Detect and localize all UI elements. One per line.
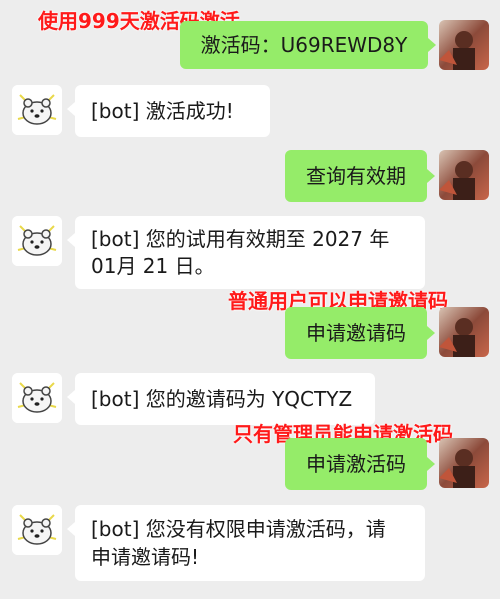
bot-message-line-1: [bot] 您没有权限申请激活码，请: [91, 517, 386, 541]
bot-message-line-2: 申请邀请码!: [91, 545, 200, 569]
bot-avatar[interactable]: [12, 85, 62, 135]
bot-bubble[interactable]: [bot] 您没有权限申请激活码，请 申请邀请码!: [75, 505, 425, 581]
bot-avatar[interactable]: [12, 373, 62, 423]
bubble-tail: [427, 457, 435, 471]
bubble-tail: [427, 169, 435, 183]
bubble-tail: [67, 522, 75, 536]
bubble-tail: [67, 102, 75, 116]
user-bubble[interactable]: 查询有效期: [285, 150, 427, 202]
bot-avatar[interactable]: [12, 505, 62, 555]
bubble-tail: [427, 326, 435, 340]
bubble-tail: [67, 233, 75, 247]
bot-message-line-1: [bot] 您的试用有效期至 2027 年: [91, 227, 390, 251]
bot-avatar[interactable]: [12, 216, 62, 266]
bubble-tail: [428, 38, 436, 52]
user-bubble[interactable]: 申请激活码: [285, 438, 427, 490]
bot-bubble[interactable]: [bot] 激活成功!: [75, 85, 270, 137]
bot-bubble[interactable]: [bot] 您的试用有效期至 2027 年 01月 21 日。: [75, 216, 425, 289]
bot-message-line-2: 01月 21 日。: [91, 254, 215, 278]
user-bubble[interactable]: 申请邀请码: [285, 307, 427, 359]
user-avatar[interactable]: [439, 150, 489, 200]
bubble-tail: [67, 390, 75, 404]
user-avatar[interactable]: [439, 20, 489, 70]
user-avatar[interactable]: [439, 438, 489, 488]
user-bubble[interactable]: 激活码：U69REWD8Y: [180, 21, 428, 69]
user-avatar[interactable]: [439, 307, 489, 357]
